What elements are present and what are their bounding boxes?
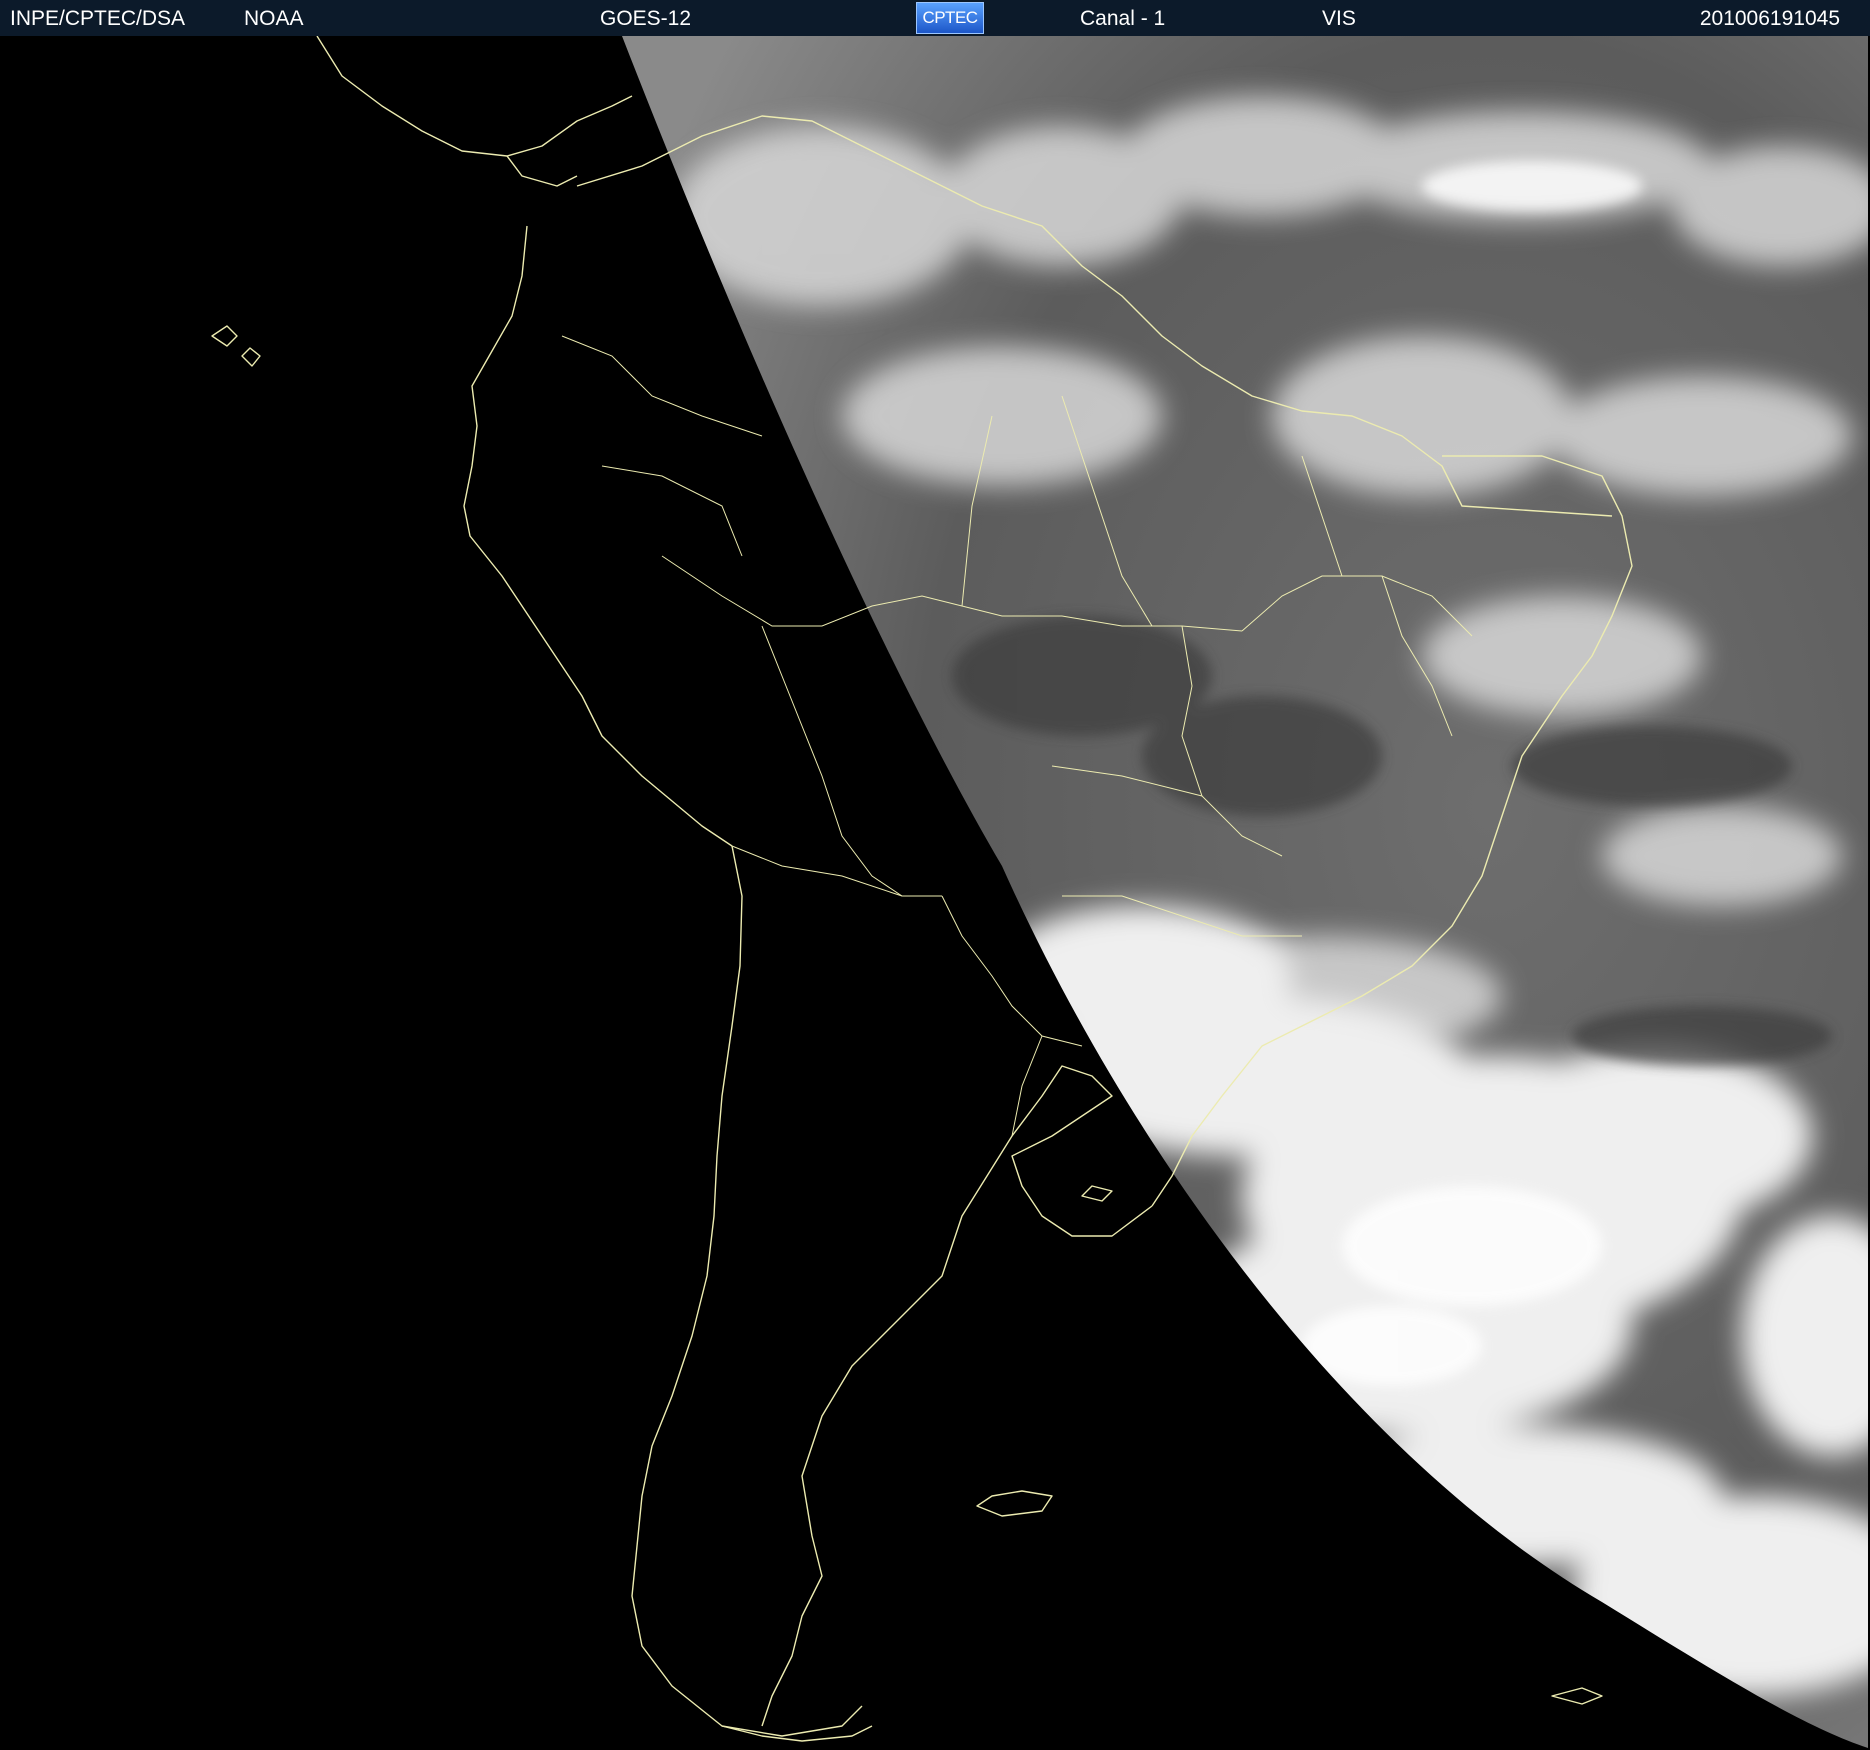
day-side-region	[622, 36, 1868, 1748]
satellite-image	[2, 36, 1868, 1748]
channel-label: Canal - 1	[1080, 7, 1166, 30]
satellite-label: GOES-12	[600, 7, 692, 30]
satellite-map-svg	[211, 36, 1868, 1748]
logo-text: CPTEC	[922, 8, 978, 27]
timestamp-label: 201006191045	[1699, 7, 1840, 30]
organization-label: INPE/CPTEC/DSA	[10, 7, 186, 30]
band-label: VIS	[1322, 7, 1356, 30]
image-header-bar: INPE/CPTEC/DSA NOAA GOES-12 CPTEC Canal …	[0, 0, 1870, 36]
agency-label: NOAA	[244, 7, 304, 30]
cptec-logo: CPTEC	[916, 2, 984, 34]
